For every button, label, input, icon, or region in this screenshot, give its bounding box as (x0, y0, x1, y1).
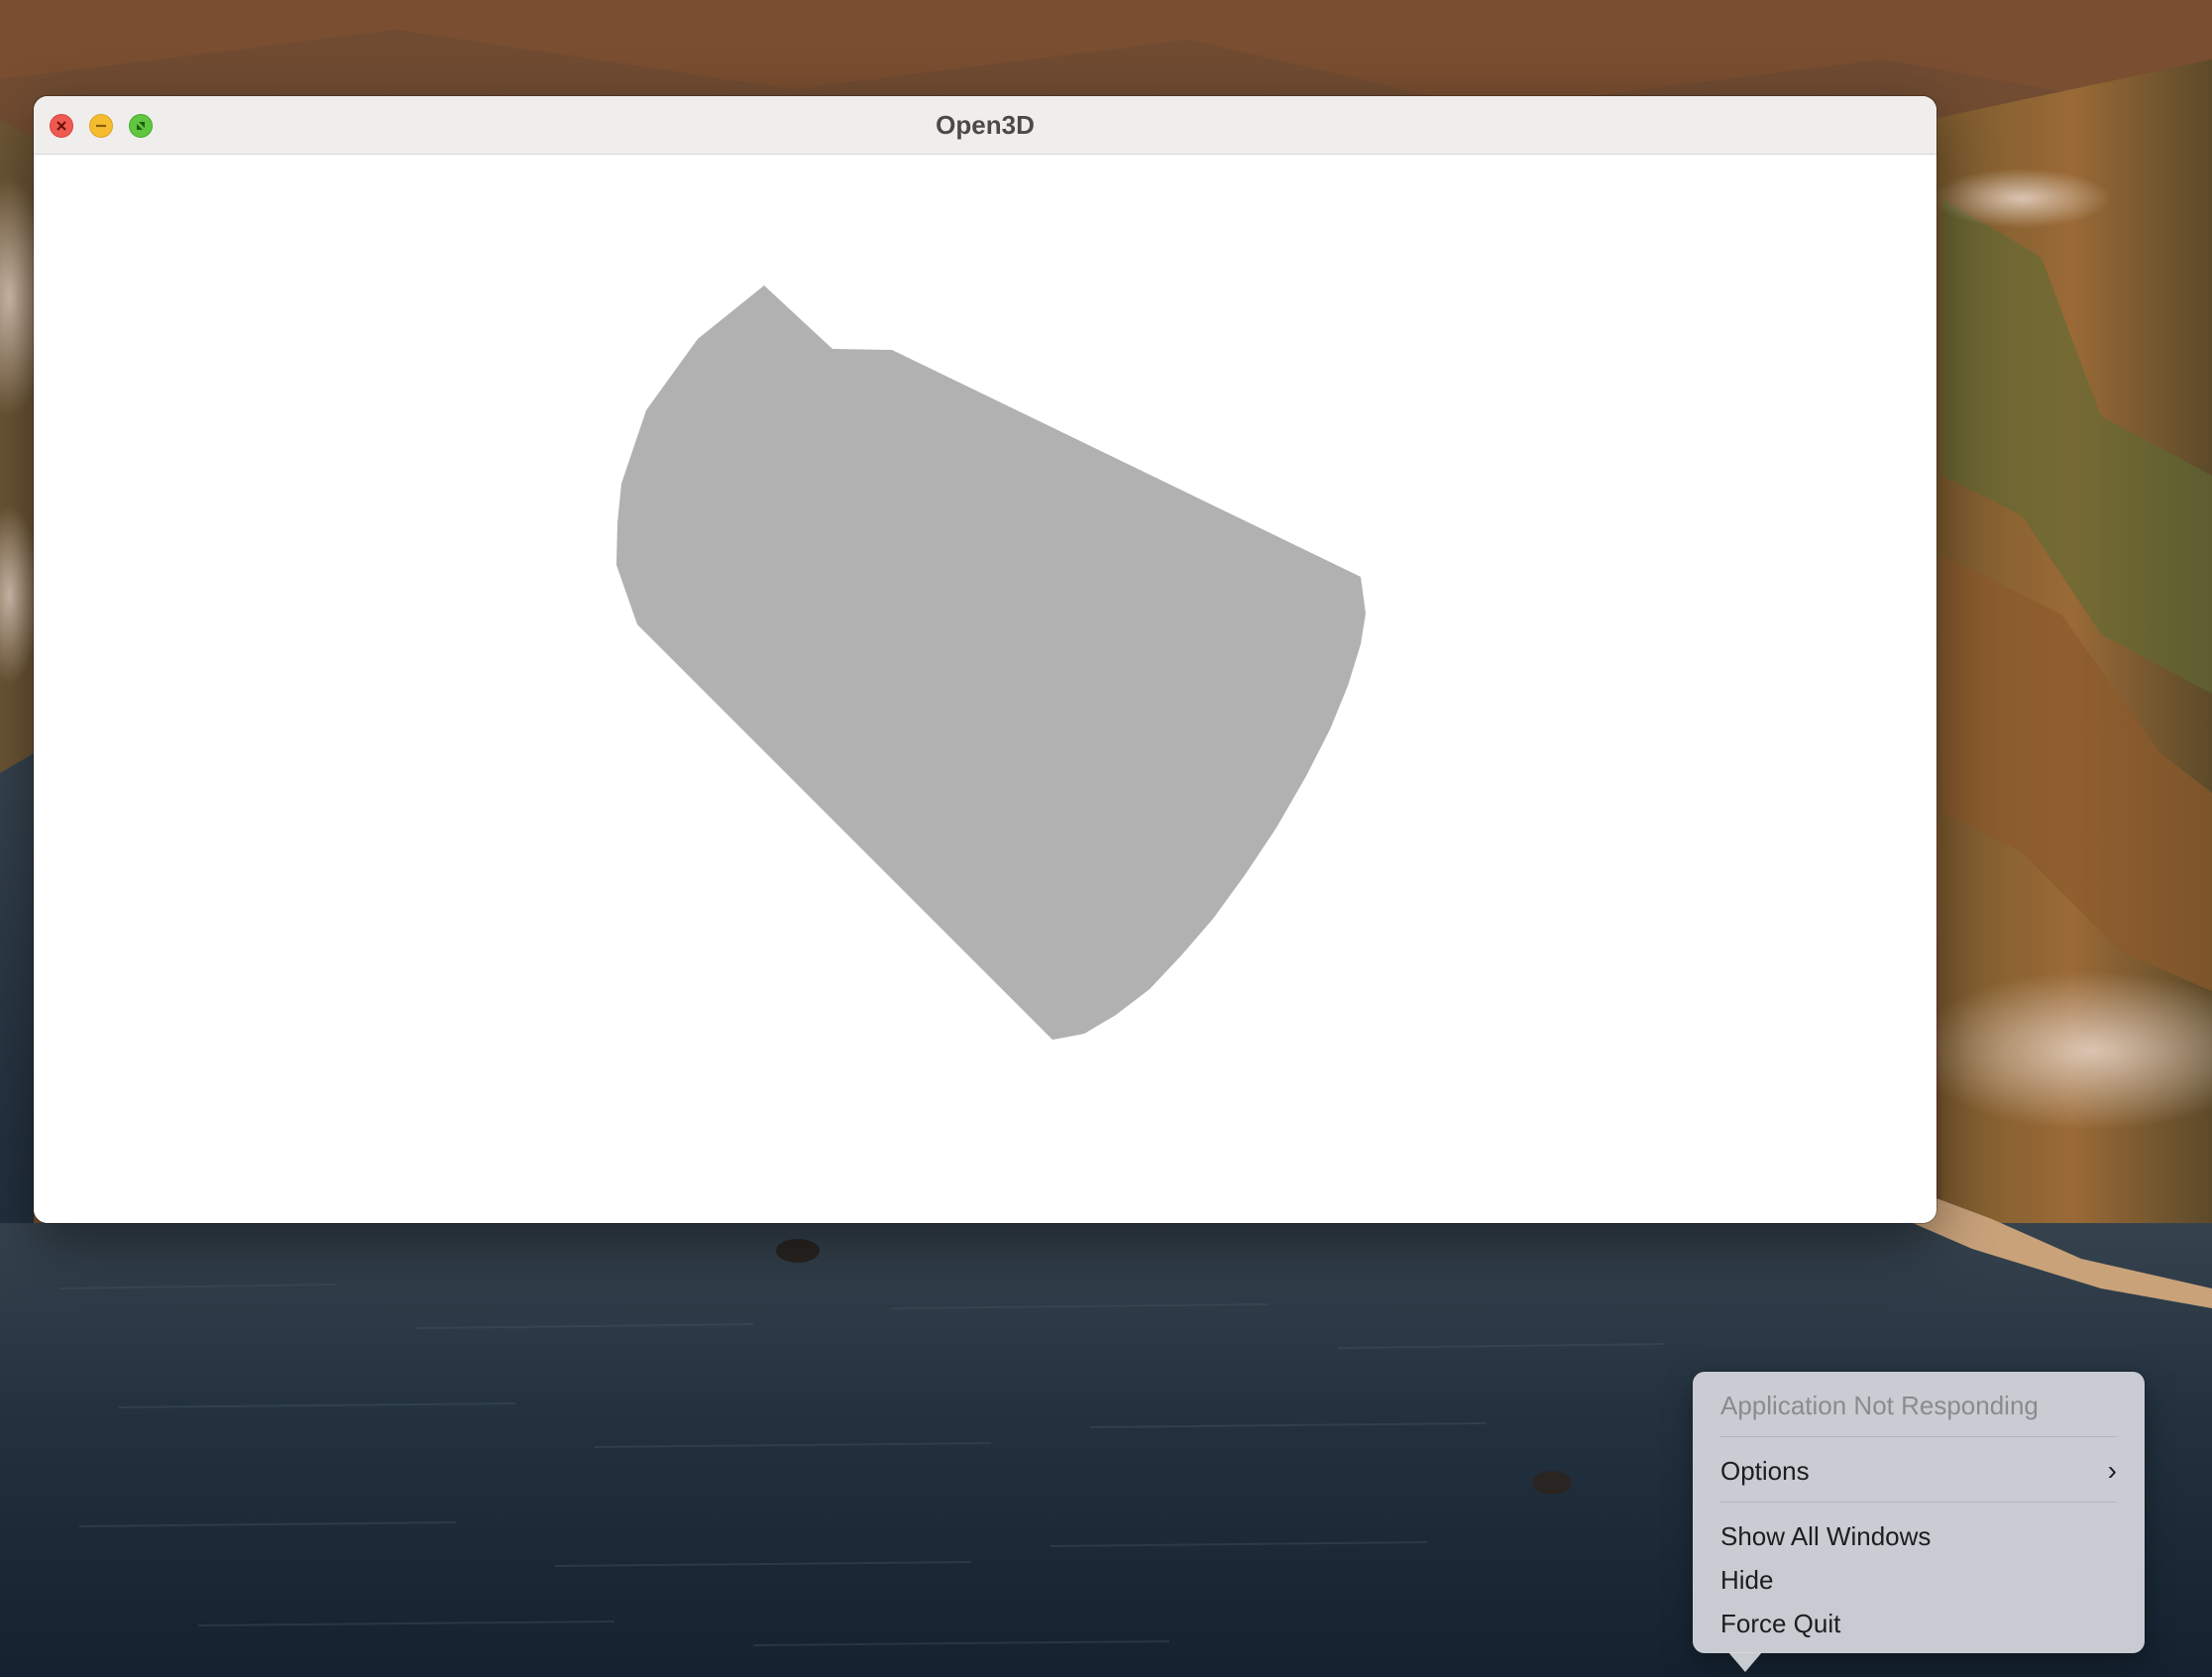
desktop: Open3D Application Not Responding Option… (0, 0, 2212, 1677)
window-title: Open3D (936, 110, 1035, 140)
menu-item-show-all-windows[interactable]: Show All Windows (1720, 1516, 2117, 1556)
open3d-window[interactable]: Open3D (34, 96, 1936, 1223)
menu-separator (1720, 1502, 2117, 1503)
chevron-right-icon: › (2107, 1455, 2117, 1486)
mesh-render (616, 285, 1366, 1040)
menu-item-force-quit[interactable]: Force Quit (1720, 1604, 2117, 1643)
menu-item-options[interactable]: Options › (1720, 1451, 2117, 1491)
3d-viewport[interactable] (34, 155, 1936, 1223)
menu-status-not-responding: Application Not Responding (1720, 1391, 2039, 1420)
dock-context-menu: Application Not Responding Options › Sho… (1693, 1372, 2145, 1653)
menu-pointer-arrow (1728, 1652, 1762, 1672)
menu-item-hide[interactable]: Hide (1720, 1560, 2117, 1600)
mesh-shape (616, 285, 1366, 1040)
window-titlebar[interactable]: Open3D (34, 96, 1936, 155)
menu-separator (1720, 1436, 2117, 1437)
menu-item-label: Options (1720, 1456, 1810, 1486)
